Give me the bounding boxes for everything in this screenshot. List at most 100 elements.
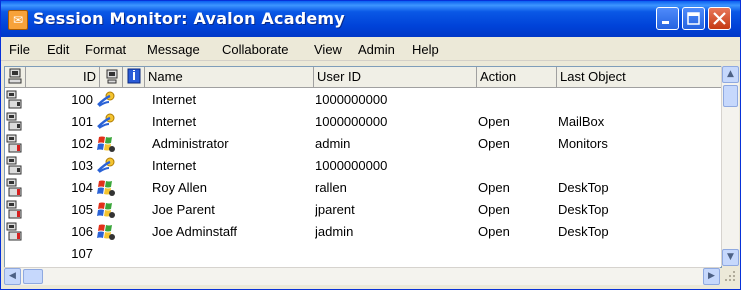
session-id: 100	[71, 92, 93, 107]
last-object	[558, 155, 718, 177]
minimize-button[interactable]	[656, 7, 679, 30]
action: Open	[478, 202, 510, 217]
user-id: 1000000000	[315, 114, 388, 129]
header-info-column[interactable]	[123, 67, 145, 87]
user-id: jparent	[315, 202, 355, 217]
scroll-right-button[interactable]: ▶	[703, 268, 720, 285]
user-id: 1000000000	[315, 92, 388, 107]
user-id: jadmin	[315, 224, 354, 239]
session-status-icon	[6, 111, 26, 133]
action	[478, 89, 556, 111]
session-monitor-window: ✉ Session Monitor: Avalon Academy File E…	[0, 0, 741, 290]
session-status-icon	[6, 199, 26, 221]
table-row[interactable]: 107	[5, 243, 721, 265]
session-id: 106	[71, 224, 93, 239]
session-id: 103	[71, 158, 93, 173]
session-list[interactable]: ID Name User ID Action Last Object 100 In…	[4, 66, 722, 268]
session-id: 101	[71, 114, 93, 129]
session-id: 107	[71, 246, 93, 261]
user-name: Roy Allen	[152, 180, 207, 195]
menu-admin[interactable]: Admin	[358, 42, 395, 57]
last-object	[558, 89, 718, 111]
header-action[interactable]: Action	[477, 67, 557, 87]
windows-user-icon	[95, 221, 121, 244]
session-id: 102	[71, 136, 93, 151]
horizontal-scrollbar[interactable]: ◀ ▶	[4, 267, 720, 285]
table-row[interactable]: 101 Internet 1000000000 Open MailBox	[5, 111, 721, 133]
computer-icon	[8, 68, 22, 84]
menu-collaborate[interactable]: Collaborate	[222, 42, 289, 57]
table-row[interactable]: 103 Internet 1000000000	[5, 155, 721, 177]
last-object	[558, 243, 718, 265]
menu-view[interactable]: View	[314, 42, 342, 57]
horizontal-scroll-thumb[interactable]	[23, 269, 43, 284]
session-status-icon	[6, 155, 26, 177]
user-name	[152, 243, 312, 265]
user-id: 1000000000	[315, 158, 388, 173]
header-name[interactable]: Name	[145, 67, 314, 87]
session-status-icon	[6, 177, 26, 199]
session-status-icon	[6, 221, 26, 243]
last-object: Monitors	[558, 136, 608, 151]
session-status-icon	[6, 133, 26, 155]
menu-bar: File Edit Format Message Collaborate Vie…	[1, 38, 740, 61]
scroll-down-button[interactable]: ▼	[722, 249, 739, 266]
maximize-icon	[687, 12, 700, 25]
internet-user-icon	[95, 111, 121, 134]
session-id: 104	[71, 180, 93, 195]
last-object: DeskTop	[558, 224, 609, 239]
title-bar[interactable]: ✉ Session Monitor: Avalon Academy	[1, 1, 740, 37]
user-name: Internet	[152, 92, 197, 107]
table-row[interactable]: 100 Internet 1000000000	[5, 89, 721, 111]
header-id[interactable]: ID	[26, 67, 100, 87]
table-row[interactable]: 105 Joe Parent jparent Open DeskTop	[5, 199, 721, 221]
action: Open	[478, 136, 510, 151]
internet-user-icon	[95, 155, 121, 178]
table-row[interactable]: 102 Administrator admin Open Monitors	[5, 133, 721, 155]
session-id: 105	[71, 202, 93, 217]
user-id	[315, 243, 475, 265]
action	[478, 155, 556, 177]
action: Open	[478, 114, 510, 129]
vertical-scroll-thumb[interactable]	[723, 85, 738, 107]
resize-grip-icon	[725, 271, 735, 281]
header-last-object[interactable]: Last Object	[557, 67, 721, 87]
user-id: rallen	[315, 180, 347, 195]
user-name: Administrator	[152, 136, 229, 151]
vertical-scrollbar[interactable]: ▲ ▼	[721, 66, 739, 266]
maximize-button[interactable]	[682, 7, 705, 30]
menu-file[interactable]: File	[9, 42, 30, 57]
table-row[interactable]: 104 Roy Allen rallen Open DeskTop	[5, 177, 721, 199]
computer-icon	[106, 69, 118, 84]
windows-user-icon	[95, 177, 121, 200]
internet-user-icon	[95, 89, 121, 112]
menu-message[interactable]: Message	[147, 42, 200, 57]
menu-edit[interactable]: Edit	[47, 42, 69, 57]
last-object: DeskTop	[558, 180, 609, 195]
user-name: Internet	[152, 158, 197, 173]
close-icon	[713, 12, 726, 25]
session-status-icon	[6, 89, 26, 111]
scroll-up-button[interactable]: ▲	[722, 66, 739, 83]
action	[478, 243, 556, 265]
scroll-left-button[interactable]: ◀	[4, 268, 21, 285]
windows-user-icon	[95, 133, 121, 156]
resize-grip[interactable]	[722, 268, 738, 284]
window-title: Session Monitor: Avalon Academy	[33, 9, 345, 28]
app-icon: ✉	[8, 10, 28, 30]
header-user-id[interactable]: User ID	[314, 67, 477, 87]
list-header: ID Name User ID Action Last Object	[5, 67, 721, 88]
menu-format[interactable]: Format	[85, 42, 126, 57]
user-id: admin	[315, 136, 351, 151]
user-name: Joe Adminstaff	[152, 224, 238, 239]
header-status-column[interactable]	[5, 67, 26, 87]
menu-help[interactable]: Help	[412, 42, 439, 57]
action: Open	[478, 180, 510, 195]
action: Open	[478, 224, 510, 239]
last-object: DeskTop	[558, 202, 609, 217]
close-button[interactable]	[708, 7, 731, 30]
minimize-icon	[662, 21, 669, 24]
info-book-icon	[127, 68, 141, 84]
header-computer-column[interactable]	[100, 67, 123, 87]
table-row[interactable]: 106 Joe Adminstaff jadmin Open DeskTop	[5, 221, 721, 243]
